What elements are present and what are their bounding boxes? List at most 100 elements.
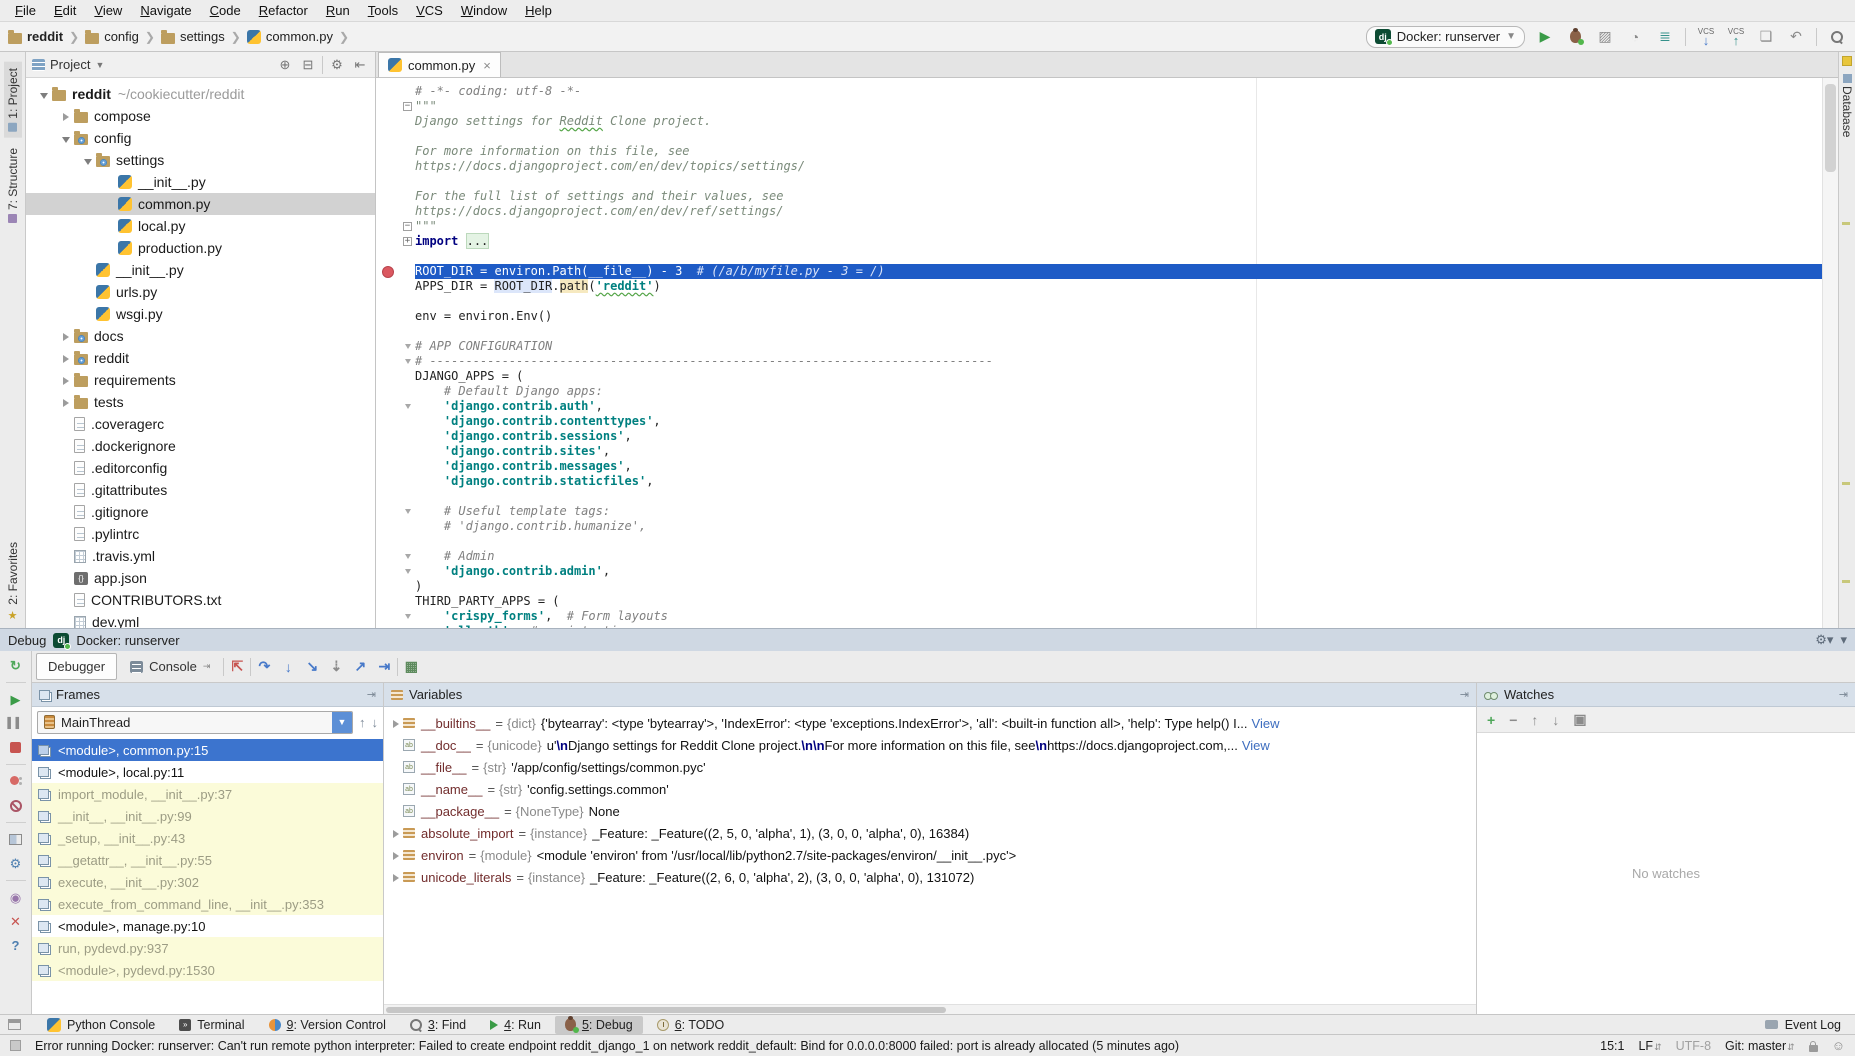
git-branch-select[interactable]: Git: master xyxy=(1725,1039,1795,1053)
code-line[interactable]: APPS_DIR = ROOT_DIR.path('reddit') xyxy=(376,279,1822,294)
variable-row[interactable]: unicode_literals={instance}_Feature: _Fe… xyxy=(384,866,1476,888)
editor-gutter[interactable] xyxy=(376,384,400,399)
code-line[interactable]: 'django.contrib.sessions', xyxy=(376,429,1822,444)
editor-gutter[interactable] xyxy=(376,249,400,264)
code-line[interactable]: For the full list of settings and their … xyxy=(376,189,1822,204)
frame-row[interactable]: <module>, common.py:15 xyxy=(32,739,383,761)
settings-gear-icon[interactable]: ⚙ xyxy=(7,855,25,872)
fold-marker[interactable] xyxy=(400,504,415,519)
tree-item-editorconfig[interactable]: .editorconfig xyxy=(26,457,375,479)
tree-item-productionpy[interactable]: production.py xyxy=(26,237,375,259)
collapse-all-button[interactable]: ⊟ xyxy=(299,57,317,73)
frame-row[interactable]: execute, __init__.py:302 xyxy=(32,871,383,893)
code-line[interactable]: # --------------------------------------… xyxy=(376,354,1822,369)
tree-item-wsgipy[interactable]: wsgi.py xyxy=(26,303,375,325)
code-line[interactable]: # Useful template tags: xyxy=(376,504,1822,519)
tree-expand-arrow[interactable] xyxy=(80,152,96,168)
editor-gutter[interactable] xyxy=(376,234,400,249)
tool-window-tab-find[interactable]: 3: Find xyxy=(400,1016,476,1034)
tool-stripe-structure[interactable]: 7: Structure xyxy=(6,148,20,223)
code-line[interactable]: THIRD_PARTY_APPS = ( xyxy=(376,594,1822,609)
close-button[interactable]: ✕ xyxy=(7,913,25,930)
code-line[interactable]: # 'django.contrib.humanize', xyxy=(376,519,1822,534)
tree-item-dockerignore[interactable]: .dockerignore xyxy=(26,435,375,457)
chevron-down-icon[interactable]: ▼ xyxy=(95,60,104,70)
chevron-down-icon[interactable]: ▼ xyxy=(332,712,352,733)
editor-gutter[interactable] xyxy=(376,369,400,384)
caret-position[interactable]: 15:1 xyxy=(1600,1039,1624,1053)
tree-item-reddit[interactable]: reddit~/cookiecutter/reddit xyxy=(26,83,375,105)
code-line[interactable] xyxy=(376,294,1822,309)
code-area[interactable]: # -*- coding: utf-8 -*-−"""Django settin… xyxy=(376,78,1838,628)
tool-window-tab-version-control[interactable]: 9: Version Control xyxy=(259,1016,396,1034)
coverage-button[interactable]: ▨ xyxy=(1595,27,1615,47)
stop-button[interactable] xyxy=(7,739,25,756)
recent-changes-button[interactable]: ❏ xyxy=(1756,27,1776,47)
move-watch-up-button[interactable]: ↑ xyxy=(1531,712,1538,728)
frame-row[interactable]: __init__, __init__.py:99 xyxy=(32,805,383,827)
editor-gutter[interactable] xyxy=(376,624,400,628)
menu-item-refactor[interactable]: Refactor xyxy=(250,1,317,20)
fold-marker[interactable]: − xyxy=(400,99,415,114)
editor-gutter[interactable] xyxy=(376,129,400,144)
restore-layout-button[interactable] xyxy=(7,831,25,848)
scrollbar-thumb[interactable] xyxy=(1825,84,1836,172)
tree-item-requirements[interactable]: requirements xyxy=(26,369,375,391)
pin-tab-button[interactable]: ◉ xyxy=(7,889,25,906)
frame-row[interactable]: <module>, pydevd.py:1530 xyxy=(32,959,383,981)
code-line[interactable]: 'django.contrib.contenttypes', xyxy=(376,414,1822,429)
locate-file-button[interactable]: ⊕ xyxy=(276,57,294,73)
breadcrumb-item-commonpy[interactable]: common.py xyxy=(247,29,333,44)
rollback-button[interactable]: ↶ xyxy=(1786,27,1806,47)
tool-stripe-database[interactable]: Database xyxy=(1839,74,1855,137)
editor[interactable]: common.py × # -*- coding: utf-8 -*-−"""D… xyxy=(376,52,1838,628)
code-line[interactable]: # -*- coding: utf-8 -*- xyxy=(376,84,1822,99)
editor-gutter[interactable] xyxy=(376,159,400,174)
settings-gear-icon[interactable]: ⚙▾ xyxy=(1815,632,1833,648)
show-execution-point-button[interactable]: ⇱ xyxy=(226,658,248,675)
menu-item-edit[interactable]: Edit xyxy=(45,1,85,20)
tab-debugger[interactable]: Debugger xyxy=(36,653,117,680)
fold-marker[interactable] xyxy=(400,354,415,369)
tree-expand-arrow[interactable] xyxy=(58,372,74,388)
fold-marker[interactable] xyxy=(400,549,415,564)
vcs-commit-button[interactable]: VCS↑ xyxy=(1726,27,1746,47)
code-line[interactable]: https://docs.djangoproject.com/en/dev/re… xyxy=(376,204,1822,219)
debug-button[interactable] xyxy=(1565,27,1585,47)
duplicate-watch-button[interactable]: ▣ xyxy=(1573,711,1586,728)
line-ending-select[interactable]: LF xyxy=(1638,1039,1661,1053)
editor-gutter[interactable] xyxy=(376,459,400,474)
close-icon[interactable]: × xyxy=(483,58,491,73)
thread-select[interactable]: MainThread ▼ xyxy=(37,711,353,734)
code-line[interactable]: # Admin xyxy=(376,549,1822,564)
hector-inspection-icon[interactable]: ☺ xyxy=(1832,1038,1845,1053)
tree-item-gitignore[interactable]: .gitignore xyxy=(26,501,375,523)
resume-button[interactable]: ▶ xyxy=(7,691,25,708)
force-step-into-button[interactable]: ⇣ xyxy=(325,658,347,675)
variable-row[interactable]: ab__file__={str}'/app/config/settings/co… xyxy=(384,756,1476,778)
code-line[interactable]: −""" xyxy=(376,219,1822,234)
editor-gutter[interactable] xyxy=(376,309,400,324)
variable-row[interactable]: ab__name__={str}'config.settings.common' xyxy=(384,778,1476,800)
tree-item-__init__py[interactable]: __init__.py xyxy=(26,259,375,281)
frame-row[interactable]: run, pydevd.py:937 xyxy=(32,937,383,959)
view-link[interactable]: View xyxy=(1242,738,1270,753)
breakpoint-icon[interactable] xyxy=(382,266,394,278)
editor-gutter[interactable] xyxy=(376,219,400,234)
tree-item-appjson[interactable]: {}app.json xyxy=(26,567,375,589)
breadcrumb-item-config[interactable]: config xyxy=(85,29,139,44)
fold-marker[interactable] xyxy=(400,339,415,354)
file-encoding[interactable]: UTF-8 xyxy=(1676,1039,1711,1053)
tool-stripe-favorites[interactable]: 2: Favorites ★ xyxy=(0,542,25,622)
menu-item-file[interactable]: File xyxy=(6,1,45,20)
code-line[interactable] xyxy=(376,129,1822,144)
code-line[interactable]: +import ... xyxy=(376,234,1822,249)
tree-item-travisyml[interactable]: .travis.yml xyxy=(26,545,375,567)
code-line[interactable] xyxy=(376,249,1822,264)
tool-window-tab-debug[interactable]: 5: Debug xyxy=(555,1016,643,1034)
editor-gutter[interactable] xyxy=(376,474,400,489)
frame-row[interactable]: __getattr__, __init__.py:55 xyxy=(32,849,383,871)
tree-item-pylintrc[interactable]: .pylintrc xyxy=(26,523,375,545)
tree-item-config[interactable]: config xyxy=(26,127,375,149)
variables-hscrollbar[interactable] xyxy=(384,1004,1476,1014)
